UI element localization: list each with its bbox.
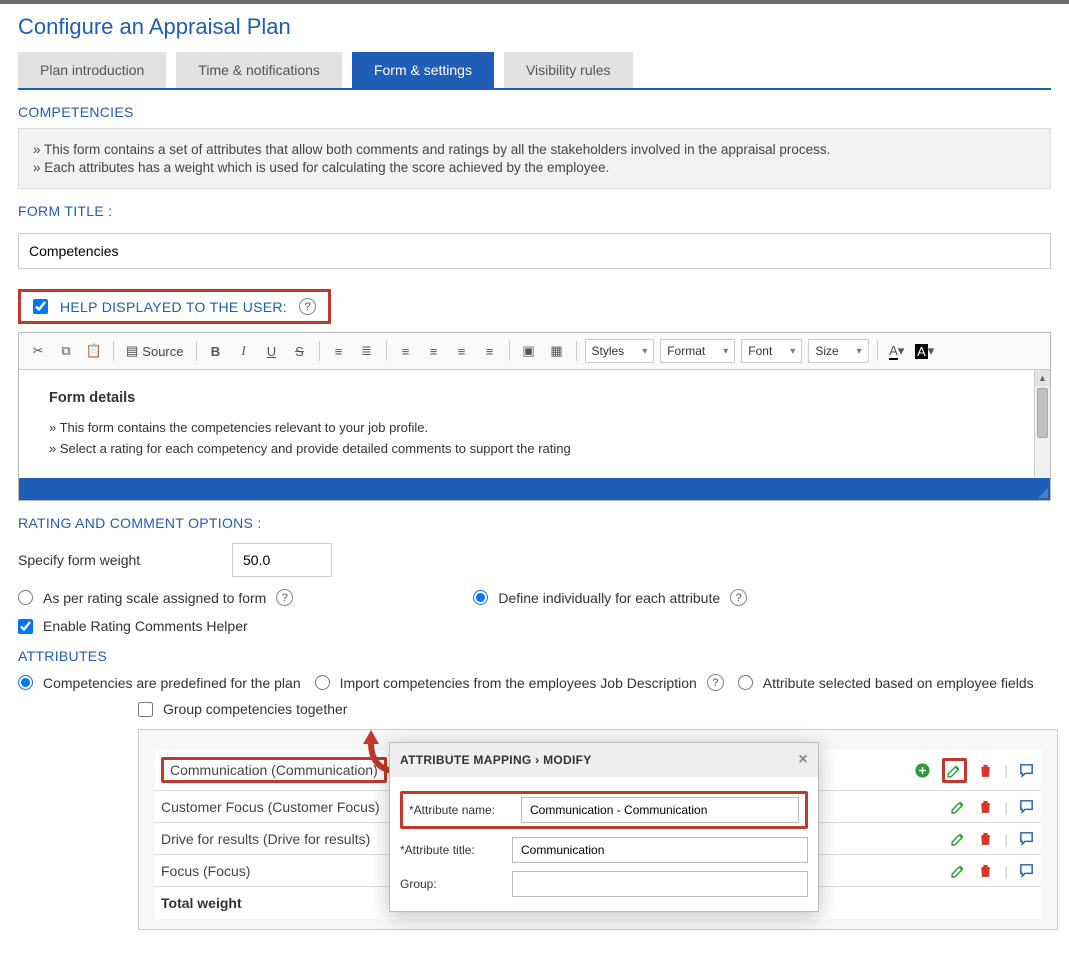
- bold-icon[interactable]: B: [205, 340, 227, 362]
- delete-icon[interactable]: [977, 862, 994, 879]
- tab-time-notifications[interactable]: Time & notifications: [176, 52, 342, 88]
- styles-select[interactable]: Styles: [585, 339, 655, 363]
- editor-resize-handle[interactable]: [19, 478, 1050, 500]
- radio-predefined[interactable]: [18, 675, 33, 690]
- strike-icon[interactable]: S: [289, 340, 311, 362]
- align-left-icon[interactable]: ≡: [395, 340, 417, 362]
- scroll-thumb[interactable]: [1037, 388, 1048, 438]
- align-justify-icon[interactable]: ≡: [479, 340, 501, 362]
- comment-icon[interactable]: [1018, 830, 1035, 847]
- attributes-heading: ATTRIBUTES: [18, 648, 1051, 664]
- modal-attr-title-input[interactable]: [512, 837, 808, 863]
- page-title: Configure an Appraisal Plan: [18, 4, 1051, 52]
- italic-icon[interactable]: I: [233, 340, 255, 362]
- editor-scrollbar[interactable]: ▲: [1034, 370, 1050, 478]
- edit-icon[interactable]: [946, 762, 963, 779]
- editor-body-line1: » This form contains the competencies re…: [49, 420, 1020, 435]
- competencies-heading: COMPETENCIES: [18, 104, 1051, 120]
- format-select[interactable]: Format: [660, 339, 735, 363]
- edit-highlight: [942, 758, 967, 783]
- total-weight-label: Total weight: [161, 895, 242, 911]
- form-weight-label: Specify form weight: [18, 552, 218, 568]
- rich-text-editor: ✂ ⧉ 📋 ▤ Source B I U S ≡ ≣ ≡ ≡ ≡ ≡ ▣ ▦ S…: [18, 332, 1051, 501]
- radio-per-scale[interactable]: [18, 590, 33, 605]
- help-icon[interactable]: ?: [299, 298, 316, 315]
- cut-icon[interactable]: ✂: [27, 340, 49, 362]
- table-icon[interactable]: ▦: [546, 340, 568, 362]
- form-title-label: FORM TITLE :: [18, 203, 1051, 219]
- close-icon[interactable]: ×: [798, 751, 808, 769]
- font-select[interactable]: Font: [741, 339, 802, 363]
- edit-icon[interactable]: [950, 830, 967, 847]
- form-title-input[interactable]: [18, 233, 1051, 269]
- radio-predefined-label: Competencies are predefined for the plan: [43, 675, 301, 691]
- bg-color-icon[interactable]: A▾: [914, 340, 936, 362]
- radio-selected-label: Attribute selected based on employee fie…: [763, 675, 1034, 691]
- attribute-mapping-modal: ATTRIBUTE MAPPING › MODIFY × *Attribute …: [389, 742, 819, 912]
- competencies-help-line2: » Each attributes has a weight which is …: [33, 160, 1036, 175]
- modal-title: ATTRIBUTE MAPPING › MODIFY: [400, 753, 592, 767]
- modal-attr-title-label: *Attribute title:: [400, 843, 500, 857]
- edit-icon[interactable]: [950, 798, 967, 815]
- add-icon[interactable]: [914, 762, 931, 779]
- modal-group-input[interactable]: [512, 871, 808, 897]
- copy-icon[interactable]: ⧉: [55, 340, 77, 362]
- paste-icon[interactable]: 📋: [83, 340, 105, 362]
- group-competencies-checkbox[interactable]: [138, 702, 153, 717]
- modal-group-label: Group:: [400, 877, 500, 891]
- align-center-icon[interactable]: ≡: [423, 340, 445, 362]
- underline-icon[interactable]: U: [261, 340, 283, 362]
- help-icon[interactable]: ?: [730, 589, 747, 606]
- radio-selected[interactable]: [738, 675, 753, 690]
- help-icon[interactable]: ?: [707, 674, 724, 691]
- radio-import[interactable]: [315, 675, 330, 690]
- delete-icon[interactable]: [977, 798, 994, 815]
- delete-icon[interactable]: [977, 762, 994, 779]
- tab-bar: Plan introduction Time & notifications F…: [18, 52, 1051, 90]
- comment-icon[interactable]: [1018, 862, 1035, 879]
- radio-import-label: Import competencies from the employees J…: [340, 675, 697, 691]
- help-displayed-highlight: HELP DISPLAYED TO THE USER: ?: [18, 289, 331, 324]
- comment-icon[interactable]: [1018, 762, 1035, 779]
- modal-attr-name-input[interactable]: [521, 797, 799, 823]
- tab-form-settings[interactable]: Form & settings: [352, 52, 494, 88]
- radio-individual[interactable]: [473, 590, 488, 605]
- attr-name-highlight: Communication (Communication): [161, 757, 387, 783]
- edit-icon[interactable]: [950, 862, 967, 879]
- editor-body-title: Form details: [49, 390, 1020, 406]
- enable-helper-checkbox[interactable]: [18, 619, 33, 634]
- tab-visibility-rules[interactable]: Visibility rules: [504, 52, 633, 88]
- size-select[interactable]: Size: [808, 339, 868, 363]
- text-color-icon[interactable]: A▾: [886, 340, 908, 362]
- group-competencies-label: Group competencies together: [163, 701, 347, 717]
- attributes-table: Communication (Communication) 25.0 | Cus…: [138, 729, 1058, 930]
- align-right-icon[interactable]: ≡: [451, 340, 473, 362]
- bullet-list-icon[interactable]: ≣: [356, 340, 378, 362]
- help-displayed-label: HELP DISPLAYED TO THE USER:: [60, 299, 287, 315]
- enable-helper-label: Enable Rating Comments Helper: [43, 618, 248, 634]
- editor-toolbar: ✂ ⧉ 📋 ▤ Source B I U S ≡ ≣ ≡ ≡ ≡ ≡ ▣ ▦ S…: [19, 333, 1050, 370]
- image-icon[interactable]: ▣: [518, 340, 540, 362]
- form-weight-input[interactable]: [232, 543, 332, 577]
- help-displayed-checkbox[interactable]: [33, 299, 48, 314]
- editor-body[interactable]: Form details » This form contains the co…: [19, 370, 1050, 478]
- competencies-help-line1: » This form contains a set of attributes…: [33, 142, 1036, 157]
- delete-icon[interactable]: [977, 830, 994, 847]
- source-button[interactable]: ▤ Source: [122, 343, 188, 359]
- scroll-up-icon[interactable]: ▲: [1035, 370, 1050, 386]
- help-icon[interactable]: ?: [276, 589, 293, 606]
- editor-body-line2: » Select a rating for each competency an…: [49, 441, 1020, 456]
- modal-attr-name-label: *Attribute name:: [409, 803, 509, 817]
- radio-per-scale-label: As per rating scale assigned to form: [43, 590, 266, 606]
- rating-options-heading: RATING AND COMMENT OPTIONS :: [18, 515, 1051, 531]
- comment-icon[interactable]: [1018, 798, 1035, 815]
- tab-plan-introduction[interactable]: Plan introduction: [18, 52, 166, 88]
- radio-individual-label: Define individually for each attribute: [498, 590, 720, 606]
- numbered-list-icon[interactable]: ≡: [328, 340, 350, 362]
- competencies-help-box: » This form contains a set of attributes…: [18, 128, 1051, 189]
